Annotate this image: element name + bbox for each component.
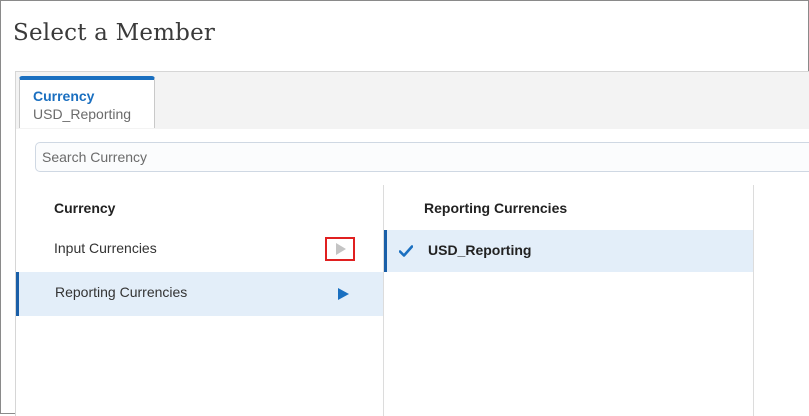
drill-arrow-button[interactable]	[325, 237, 355, 261]
dialog-title: Select a Member	[13, 20, 216, 46]
member-item-label: USD_Reporting	[428, 242, 532, 258]
tab-selected-value: USD_Reporting	[33, 106, 132, 122]
tab-strip: Currency USD_Reporting	[16, 72, 809, 129]
hierarchy-item-label: Input Currencies	[54, 240, 157, 256]
member-selector-panel: Currency USD_Reporting Currency Input Cu…	[15, 71, 809, 416]
hierarchy-item-label: Reporting Currencies	[55, 284, 188, 300]
tab-currency[interactable]: Currency USD_Reporting	[19, 76, 155, 128]
select-member-dialog: Select a Member Currency USD_Reporting C…	[0, 0, 809, 416]
hierarchy-header: Currency	[54, 200, 116, 216]
hierarchy-column: Currency Input Currencies Reporting Curr…	[16, 185, 384, 416]
tab-label: Currency	[33, 88, 95, 104]
member-item-usd-reporting[interactable]: USD_Reporting	[384, 230, 753, 272]
members-column: Reporting Currencies USD_Reporting	[384, 185, 754, 416]
check-icon	[399, 245, 413, 257]
search-input[interactable]	[35, 142, 809, 172]
drill-arrow-icon	[336, 243, 346, 255]
hierarchy-item-input-currencies[interactable]: Input Currencies	[16, 228, 383, 272]
drill-arrow-icon[interactable]	[338, 288, 349, 300]
hierarchy-item-reporting-currencies[interactable]: Reporting Currencies	[16, 272, 383, 316]
members-header: Reporting Currencies	[424, 200, 568, 216]
